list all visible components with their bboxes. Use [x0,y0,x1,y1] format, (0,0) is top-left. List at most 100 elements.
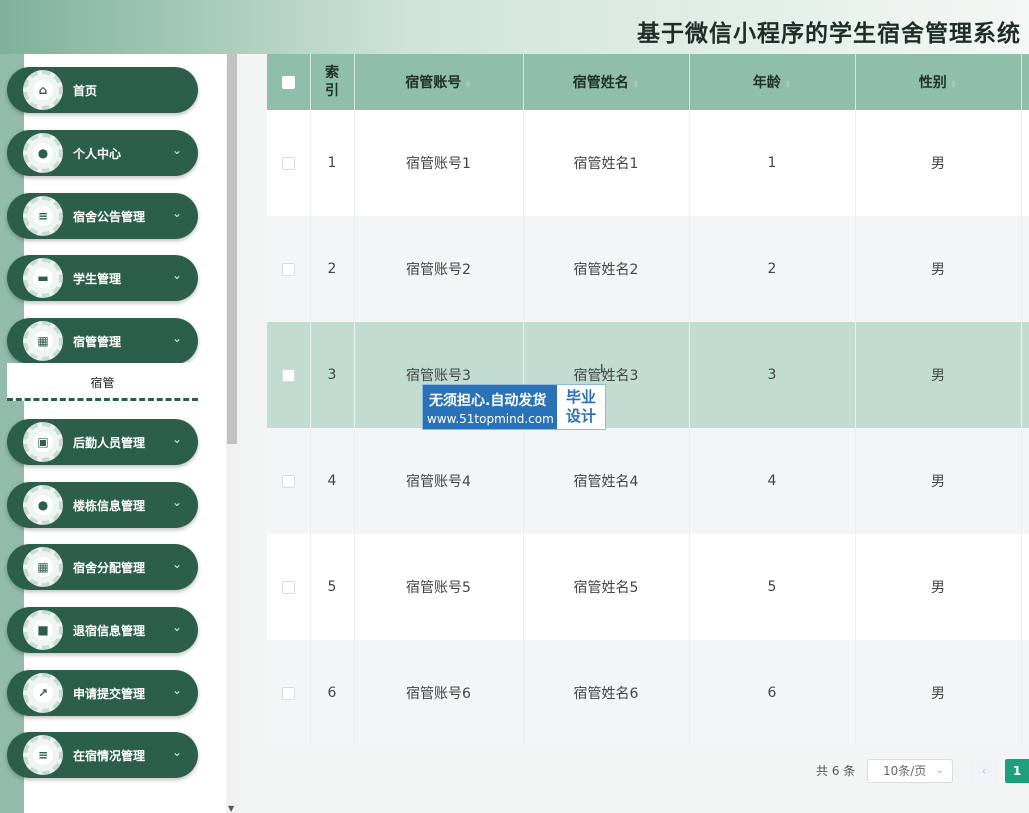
cell-name: 宿管姓名2 [523,216,690,322]
cell-gender: 男 [855,110,1022,216]
chevron-down-icon: ⌄ [171,268,182,282]
sidebar-item-label: 宿舍公告管理 [73,210,146,224]
select-all-cell[interactable] [267,54,311,110]
sort-icon[interactable]: ⬍ [464,80,472,90]
gear-badge: ▣ [23,422,63,462]
sidebar-item-label: 学生管理 [73,272,122,286]
column-header-name[interactable]: 宿管姓名 ⬍ [523,54,690,110]
sidebar-item-label: 个人中心 [73,147,122,161]
chevron-down-icon: ⌄ [935,765,944,776]
row-checkbox[interactable] [281,474,295,488]
row-select-cell[interactable] [267,322,311,428]
sidebar-item[interactable]: ▬ 学生管理 ⌄ [7,255,198,301]
sidebar-item[interactable]: ≡ 宿舍公告管理 ⌄ [7,193,198,239]
scroll-down-arrow[interactable]: ▼ [228,804,234,813]
sidebar: ⌂ 首页 ● 个人中心 ⌄ ≡ 宿舍公告管理 ⌄ ▬ 学生管理 ⌄ ▦ 宿管管理 ⌄ ▣ 后勤人员管理 ⌄ ● 楼栋… [0,54,240,813]
list-icon: ≡ [33,745,53,765]
sort-icon[interactable]: ⬍ [632,80,640,90]
chevron-down-icon: ⌄ [171,557,182,571]
table-row[interactable]: 3 宿管账号3 宿管姓名3 3 男 [267,322,1029,428]
page-size-select[interactable]: 10条/页 ⌄ [867,759,953,783]
row-checkbox[interactable] [281,580,295,594]
row-select-cell[interactable] [267,110,311,216]
row-checkbox[interactable] [281,156,295,170]
column-header-account[interactable]: 宿管账号 ⬍ [354,54,524,110]
row-select-cell[interactable] [267,428,311,534]
cell-name: 宿管姓名4 [523,428,690,534]
chart-icon: ↗ [33,683,53,703]
page-title: 基于微信小程序的学生宿舍管理系统 [637,21,1021,47]
gear-badge: ▦ [23,321,63,361]
cell-account: 宿管账号2 [354,216,524,322]
cell-index: 1 [310,110,355,216]
gear-badge: ▦ [23,547,63,587]
row-select-cell[interactable] [267,640,311,746]
chevron-down-icon: ⌄ [171,206,182,220]
row-select-cell[interactable] [267,534,311,640]
sidebar-item[interactable]: ● 楼栋信息管理 ⌄ [7,482,198,528]
sidebar-item[interactable]: ▦ 宿舍分配管理 ⌄ [7,544,198,590]
sidebar-item[interactable]: ≡ 在宿情况管理 ⌄ [7,732,198,778]
watermark-text: 无须担心.自动发货 [429,393,547,409]
cell-index: 5 [310,534,355,640]
prev-page-button[interactable]: ‹ [970,759,998,783]
cell-account: 宿管账号4 [354,428,524,534]
cell-name: 宿管姓名1 [523,110,690,216]
sidebar-item[interactable]: ■ 退宿信息管理 ⌄ [7,607,198,653]
select-all-checkbox[interactable] [281,75,295,89]
chevron-down-icon: ⌄ [171,331,182,345]
grid-icon: ▦ [33,557,53,577]
sidebar-item[interactable]: ⌂ 首页 [7,67,198,113]
table-row[interactable]: 1 宿管账号1 宿管姓名1 1 男 [267,110,1029,216]
table-row[interactable]: 4 宿管账号4 宿管姓名4 4 男 [267,428,1029,534]
sidebar-item[interactable]: ● 个人中心 ⌄ [7,130,198,176]
page-number-button[interactable]: 1 [1005,759,1029,783]
cell-index: 4 [310,428,355,534]
chevron-down-icon: ⌄ [171,495,182,509]
table-row[interactable]: 6 宿管账号6 宿管姓名6 6 男 [267,640,1029,746]
gear-badge: ≡ [23,735,63,775]
gear-badge: ● [23,485,63,525]
sidebar-item-label: 在宿情况管理 [73,749,146,763]
grid-icon: ▦ [33,331,53,351]
cell-overflow [1021,110,1029,216]
sidebar-item[interactable]: ▣ 后勤人员管理 ⌄ [7,419,198,465]
scrollbar-thumb[interactable] [227,54,237,444]
row-checkbox[interactable] [281,686,295,700]
table-row[interactable]: 2 宿管账号2 宿管姓名2 2 男 [267,216,1029,322]
row-checkbox[interactable] [281,262,295,276]
table-header-row: 索 引 宿管账号 ⬍ 宿管姓名 ⬍ 年龄 ⬍ 性别 ⬍ [267,54,1029,110]
clipboard-icon: ▣ [33,432,53,452]
cell-index: 2 [310,216,355,322]
row-checkbox[interactable] [281,368,295,382]
watermark-url: www.51topmind.com [427,412,554,426]
sort-icon[interactable]: ⬍ [950,80,958,90]
sidebar-item[interactable]: ▦ 宿管管理 ⌄ [7,318,198,364]
chevron-down-icon: ⌄ [171,432,182,446]
cell-gender: 男 [855,534,1022,640]
submenu-item-dorm-manager[interactable]: 宿管 [7,363,198,401]
chevron-down-icon: ⌄ [171,745,182,759]
sidebar-item-label: 首页 [73,84,98,98]
sidebar-item-label: 楼栋信息管理 [73,499,146,513]
sidebar-item-label: 宿管管理 [73,335,122,349]
sort-icon[interactable]: ⬍ [784,80,792,90]
cell-overflow [1021,640,1029,746]
top-header: 基于微信小程序的学生宿舍管理系统 [0,0,1029,54]
column-header-age[interactable]: 年龄 ⬍ [689,54,856,110]
watermark-banner: 无须担心.自动发货 www.51topmind.com 毕业 设计 [422,384,606,430]
row-select-cell[interactable] [267,216,311,322]
cell-gender: 男 [855,216,1022,322]
sidebar-scrollbar[interactable]: ▼ [226,54,240,813]
pagination-total: 共 6 条 [816,764,856,778]
column-header-gender[interactable]: 性别 ⬍ [855,54,1022,110]
cell-age: 4 [689,428,856,534]
table-row[interactable]: 5 宿管账号5 宿管姓名5 5 男 [267,534,1029,640]
cell-account: 宿管账号1 [354,110,524,216]
sidebar-item-label: 退宿信息管理 [73,624,146,638]
sidebar-item[interactable]: ↗ 申请提交管理 ⌄ [7,670,198,716]
column-header-overflow [1021,54,1029,110]
text-cursor-icon: I [600,362,604,376]
cell-overflow [1021,322,1029,428]
sidebar-item-label: 后勤人员管理 [73,436,146,450]
